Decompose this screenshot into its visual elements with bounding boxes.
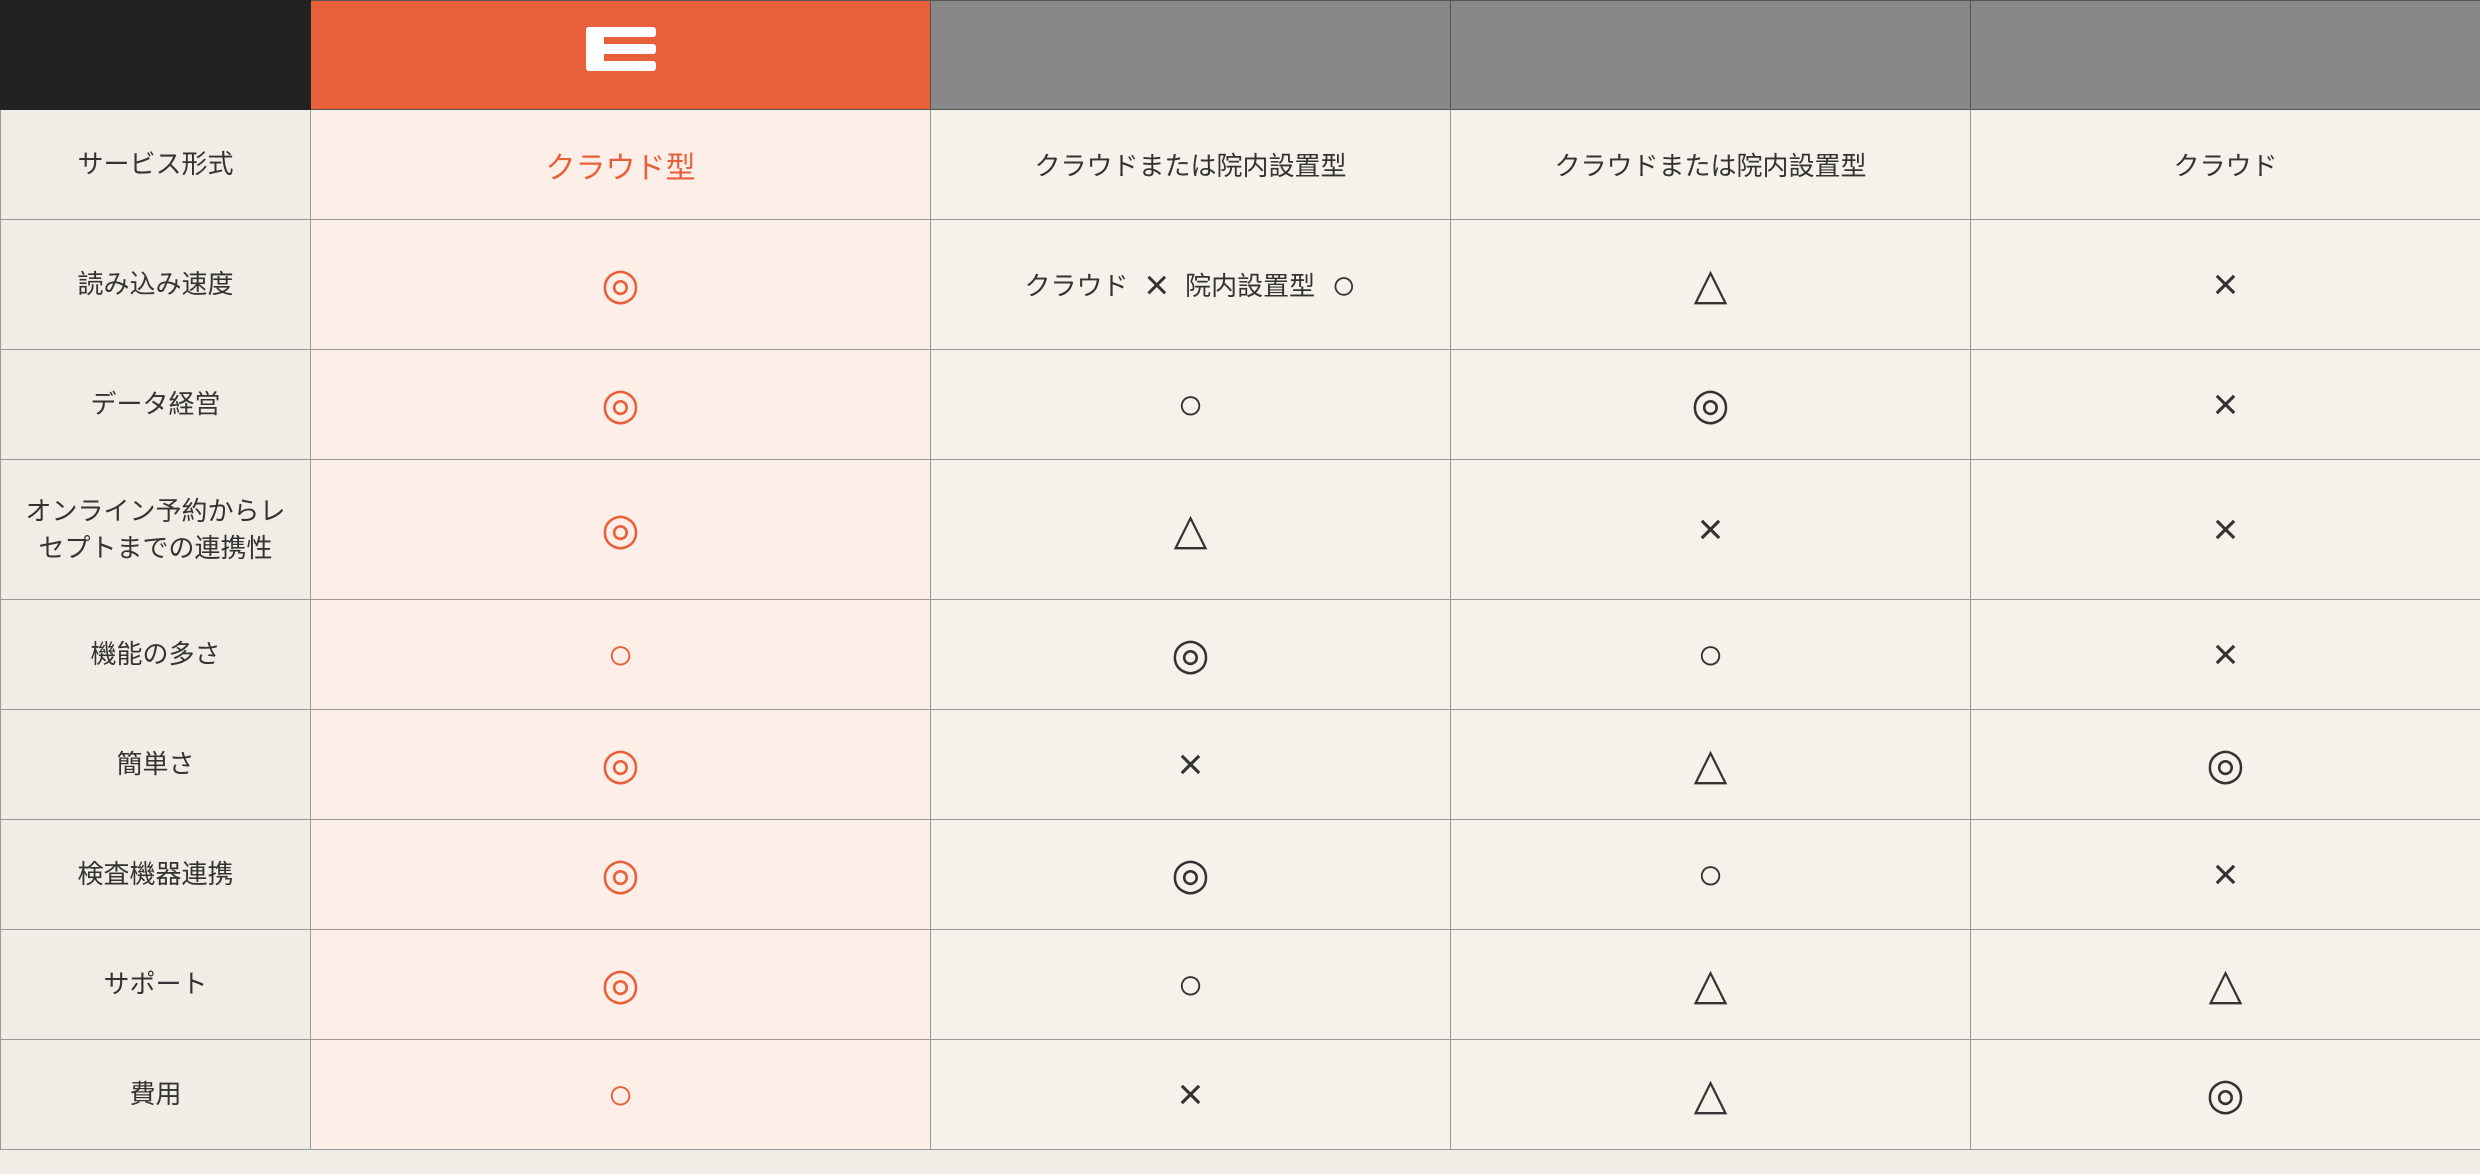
table-row-features: 機能の多さ○◎○×: [1, 600, 2480, 710]
header-label-cell: [1, 1, 311, 110]
company-b-cell-features: ○: [1451, 600, 1971, 710]
company-a-cell-features: ◎: [931, 600, 1451, 710]
company-b-cell-service: クラウドまたは院内設置型: [1451, 110, 1971, 220]
company-a-cell-support: ○: [931, 930, 1451, 1040]
company-c-cell-online: ×: [1971, 460, 2480, 600]
table-row-simple: 簡単さ◎×△◎: [1, 710, 2480, 820]
logo-container: [321, 19, 920, 91]
comparison-table: サービス形式クラウド型クラウドまたは院内設置型クラウドまたは院内設置型クラウド読…: [0, 0, 2480, 1150]
company-a-cell-equipment: ◎: [931, 820, 1451, 930]
company-a-cell-cost: ×: [931, 1040, 1451, 1150]
label-data: データ経営: [1, 350, 311, 460]
company-a-cell-service: クラウドまたは院内設置型: [931, 110, 1451, 220]
speed-cloud-label: クラウド: [1025, 266, 1129, 303]
miniique-cell-equipment: ◎: [311, 820, 931, 930]
company-b-cell-online: ×: [1451, 460, 1971, 600]
speed-special-content: クラウド × 院内設置型 ○: [947, 261, 1434, 309]
table-row-online: オンライン予約からレセプトまでの連携性◎△××: [1, 460, 2480, 600]
company-c-cell-speed: ×: [1971, 220, 2480, 350]
miniique-cell-features: ○: [311, 600, 931, 710]
company-b-cell-simple: △: [1451, 710, 1971, 820]
header-company-c: [1971, 1, 2480, 110]
label-online: オンライン予約からレセプトまでの連携性: [1, 460, 311, 600]
miniique-cell-simple: ◎: [311, 710, 931, 820]
company-a-cell-speed: クラウド × 院内設置型 ○: [931, 220, 1451, 350]
table-row-service: サービス形式クラウド型クラウドまたは院内設置型クラウドまたは院内設置型クラウド: [1, 110, 2480, 220]
company-c-cell-service: クラウド: [1971, 110, 2480, 220]
company-c-cell-data: ×: [1971, 350, 2480, 460]
company-b-cell-support: △: [1451, 930, 1971, 1040]
label-service: サービス形式: [1, 110, 311, 220]
label-features: 機能の多さ: [1, 600, 311, 710]
logo-icon: [581, 19, 661, 79]
speed-clinic-label: 院内設置型: [1185, 266, 1315, 303]
speed-cloud-symbol: ×: [1145, 261, 1170, 309]
miniique-logo-svg: [581, 19, 661, 79]
company-c-cell-equipment: ×: [1971, 820, 2480, 930]
company-c-cell-simple: ◎: [1971, 710, 2480, 820]
company-c-cell-features: ×: [1971, 600, 2480, 710]
label-equipment: 検査機器連携: [1, 820, 311, 930]
table-row-speed: 読み込み速度◎クラウド×院内設置型○△×: [1, 220, 2480, 350]
miniique-cell-support: ◎: [311, 930, 931, 1040]
company-c-cell-support: △: [1971, 930, 2480, 1040]
header-company-b: [1451, 1, 1971, 110]
miniique-cell-cost: ○: [311, 1040, 931, 1150]
company-b-cell-equipment: ○: [1451, 820, 1971, 930]
label-simple: 簡単さ: [1, 710, 311, 820]
miniique-cell-speed: ◎: [311, 220, 931, 350]
table-row-cost: 費用○×△◎: [1, 1040, 2480, 1150]
miniique-cell-service: クラウド型: [311, 110, 931, 220]
speed-clinic-symbol: ○: [1331, 261, 1356, 309]
header-miniique: [311, 1, 931, 110]
company-c-cell-cost: ◎: [1971, 1040, 2480, 1150]
company-a-cell-data: ○: [931, 350, 1451, 460]
label-cost: 費用: [1, 1040, 311, 1150]
company-b-cell-data: ◎: [1451, 350, 1971, 460]
label-support: サポート: [1, 930, 311, 1040]
miniique-cell-data: ◎: [311, 350, 931, 460]
table-row-support: サポート◎○△△: [1, 930, 2480, 1040]
company-a-cell-online: △: [931, 460, 1451, 600]
label-speed: 読み込み速度: [1, 220, 311, 350]
company-b-cell-cost: △: [1451, 1040, 1971, 1150]
table-row-data: データ経営◎○◎×: [1, 350, 2480, 460]
table-row-equipment: 検査機器連携◎◎○×: [1, 820, 2480, 930]
miniique-cell-online: ◎: [311, 460, 931, 600]
company-b-cell-speed: △: [1451, 220, 1971, 350]
comparison-table-container: サービス形式クラウド型クラウドまたは院内設置型クラウドまたは院内設置型クラウド読…: [0, 0, 2480, 1174]
header-company-a: [931, 1, 1451, 110]
company-a-cell-simple: ×: [931, 710, 1451, 820]
